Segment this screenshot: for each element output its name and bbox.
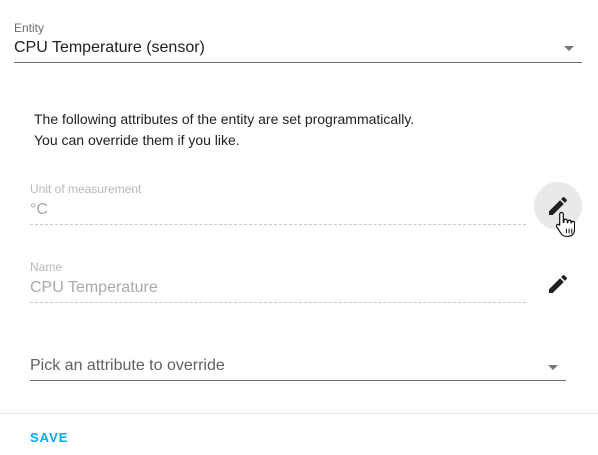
pencil-icon	[549, 196, 568, 215]
save-button[interactable]: SAVE	[22, 424, 76, 450]
unit-of-measurement-field: Unit of measurement °C	[30, 180, 526, 225]
footer-divider	[0, 413, 598, 414]
info-line-1: The following attributes of the entity a…	[34, 111, 415, 127]
info-paragraph: The following attributes of the entity a…	[34, 109, 514, 151]
entity-value: CPU Temperature (sensor)	[14, 39, 205, 56]
info-line-2: You can override them if you like.	[34, 132, 240, 148]
name-label: Name	[30, 260, 63, 274]
name-value: CPU Temperature	[30, 279, 158, 296]
pencil-icon	[549, 274, 568, 293]
edit-unit-button[interactable]	[534, 182, 582, 230]
entity-label: Entity	[14, 21, 45, 35]
dropdown-arrow-icon[interactable]	[564, 46, 574, 51]
dropdown-arrow-icon[interactable]	[548, 365, 558, 370]
entity-select[interactable]: Entity CPU Temperature (sensor)	[14, 18, 582, 63]
pick-attribute-select[interactable]: Pick an attribute to override	[30, 344, 566, 381]
pick-attribute-placeholder: Pick an attribute to override	[30, 357, 225, 374]
entity-settings-dialog: Entity CPU Temperature (sensor) The foll…	[0, 0, 598, 455]
unit-of-measurement-value: °C	[30, 201, 48, 218]
unit-of-measurement-label: Unit of measurement	[30, 182, 142, 196]
edit-name-button[interactable]	[534, 260, 582, 308]
name-field: Name CPU Temperature	[30, 258, 526, 303]
